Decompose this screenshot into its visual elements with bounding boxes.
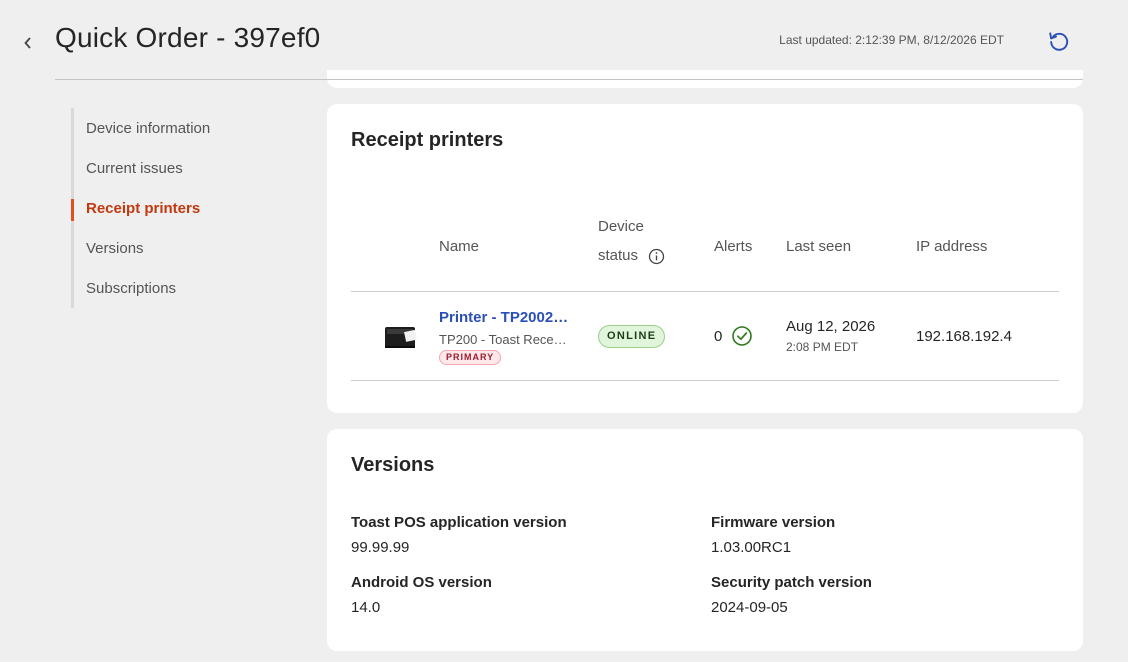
table-row-divider [351, 380, 1059, 381]
column-header-last-seen: Last seen [786, 238, 852, 255]
printer-name-link[interactable]: Printer - TP2002… [439, 309, 571, 326]
version-value-security-patch: 2024-09-05 [711, 599, 788, 616]
back-button[interactable] [18, 32, 38, 54]
section-nav: Device information Current issues Receip… [71, 108, 291, 308]
column-header-name: Name [439, 238, 480, 255]
column-header-status-line2: status [598, 247, 639, 264]
nav-item-device-information[interactable]: Device information [74, 108, 291, 148]
printer-icon [385, 327, 417, 348]
alerts-count: 0 [714, 328, 723, 345]
versions-card: Versions Toast POS application version 9… [327, 429, 1083, 651]
chevron-left-icon [24, 37, 31, 49]
column-header-status: status [598, 241, 665, 270]
nav-item-versions[interactable]: Versions [74, 228, 291, 268]
versions-title: Versions [351, 454, 435, 476]
primary-badge: PRIMARY [439, 350, 502, 365]
refresh-button[interactable] [1046, 28, 1072, 54]
version-label-pos-app: Toast POS application version [351, 514, 567, 531]
ip-address: 192.168.192.4 [916, 328, 1012, 345]
version-value-firmware: 1.03.00RC1 [711, 539, 792, 556]
column-header-status-line1: Device [598, 218, 644, 235]
page-title: Quick Order - 397ef0 [55, 22, 321, 53]
nav-item-receipt-printers[interactable]: Receipt printers [71, 188, 291, 228]
table-header-divider [351, 291, 1059, 292]
receipt-printers-card: Receipt printers Name Device status Aler… [327, 104, 1083, 413]
version-value-pos-app: 99.99.99 [351, 539, 410, 556]
check-circle-icon [732, 326, 752, 346]
refresh-icon [1049, 32, 1069, 51]
version-label-android-os: Android OS version [351, 574, 492, 591]
last-updated-text: Last updated: 2:12:39 PM, 8/12/2026 EDT [779, 33, 1004, 47]
column-header-alerts: Alerts [714, 238, 753, 255]
receipt-printers-title: Receipt printers [351, 129, 504, 151]
header-divider [55, 79, 1083, 80]
column-header-ip: IP address [916, 238, 988, 255]
version-value-android-os: 14.0 [351, 599, 381, 616]
version-label-security-patch: Security patch version [711, 574, 872, 591]
version-label-firmware: Firmware version [711, 514, 836, 531]
last-seen-date: Aug 12, 2026 [786, 318, 876, 335]
nav-item-subscriptions[interactable]: Subscriptions [74, 268, 291, 308]
printer-model: TP200 - Toast Rece… [439, 332, 567, 347]
nav-item-current-issues[interactable]: Current issues [74, 148, 291, 188]
info-icon[interactable] [648, 248, 665, 265]
status-badge: ONLINE [598, 325, 666, 348]
last-seen-time: 2:08 PM EDT [786, 340, 859, 354]
